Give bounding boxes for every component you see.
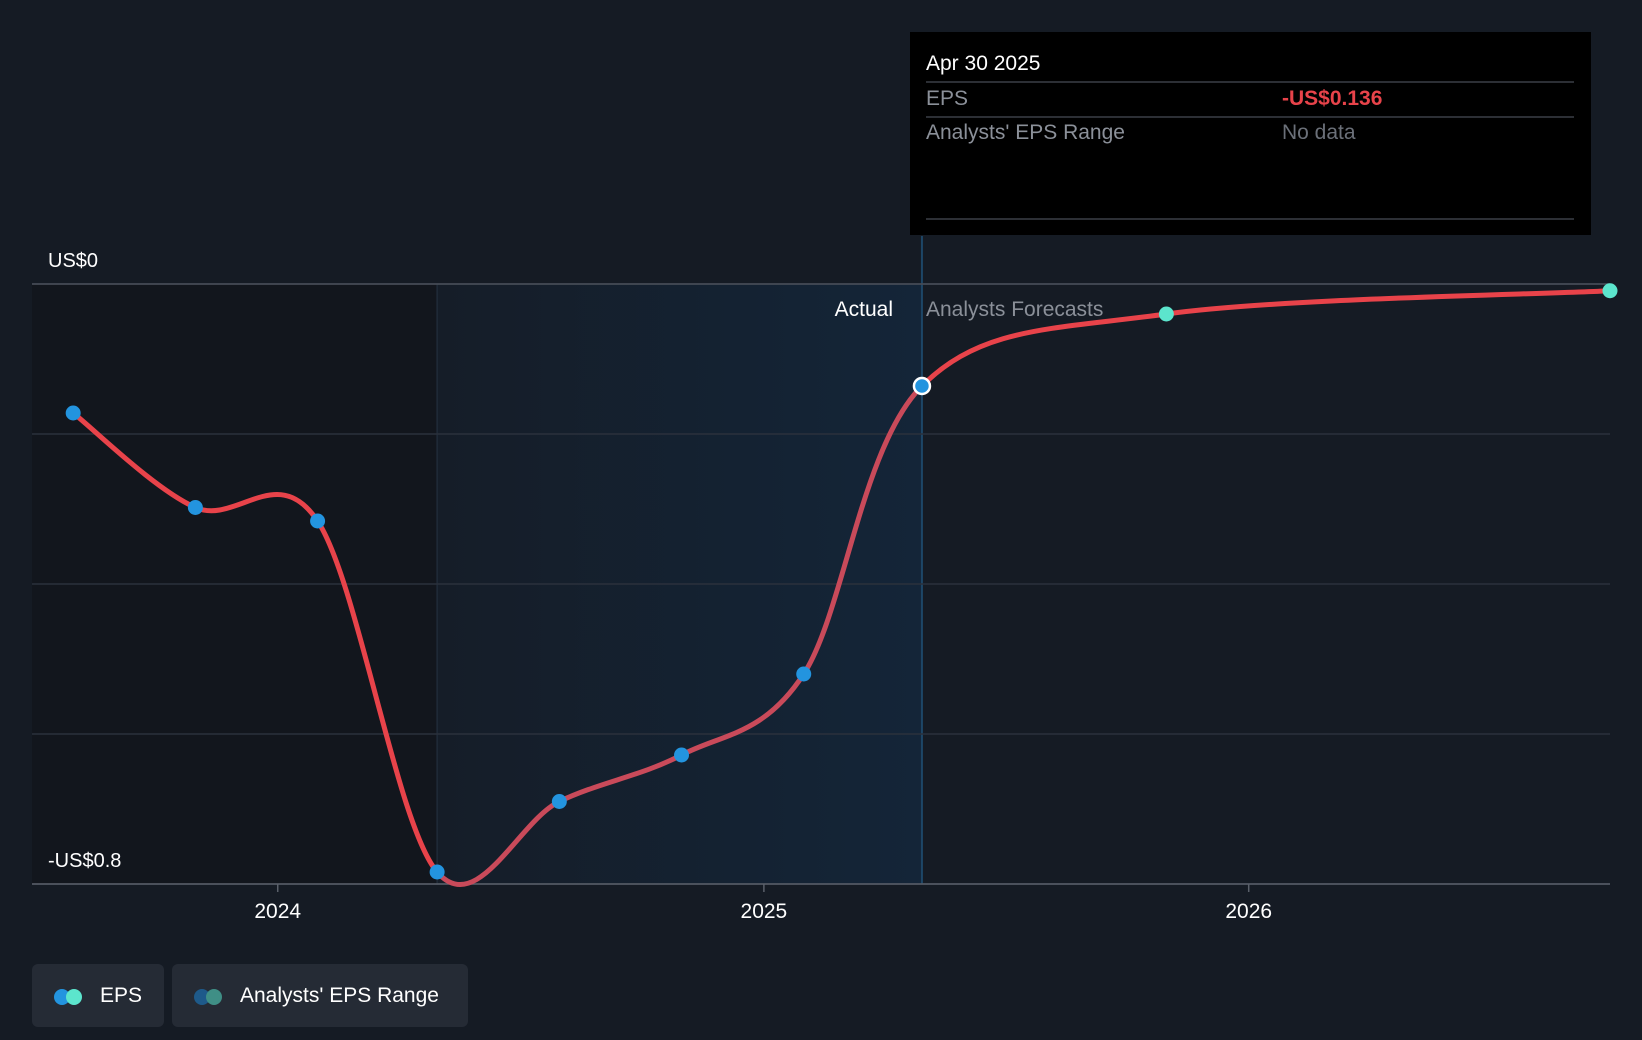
legend-eps[interactable]: EPS [32, 964, 164, 1027]
forecast-region-label: Analysts Forecasts [926, 298, 1103, 321]
tooltip: Apr 30 2025 EPS -US$0.136 Analysts' EPS … [910, 32, 1591, 235]
eps-forecast-point [1158, 306, 1174, 322]
tooltip-eps-value: -US$0.136 [1282, 87, 1382, 110]
eps-actual-point [796, 666, 812, 682]
eps-range-legend-icon [194, 987, 228, 1005]
tooltip-date: Apr 30 2025 [926, 52, 1040, 75]
eps-chart: 2024 2025 2026 US$0 -US$0.8 Actual Analyst… [32, 32, 1618, 923]
eps-forecast-point [1602, 283, 1618, 299]
tooltip-range-value: No data [1282, 121, 1356, 144]
y-tick-label-top: US$0 [48, 250, 98, 272]
eps-actual-point [429, 864, 445, 880]
eps-actual-point [310, 513, 326, 529]
eps-actual-point [65, 405, 81, 421]
eps-forecast-dot-icon [66, 988, 82, 1005]
legend-eps-label: EPS [100, 983, 143, 1007]
legend-eps-range[interactable]: Analysts' EPS Range [172, 964, 468, 1027]
legend-eps-range-label: Analysts' EPS Range [240, 983, 439, 1007]
y-tick-label-bottom: -US$0.8 [48, 850, 121, 872]
tooltip-eps-label: EPS [926, 87, 968, 110]
x-tick-label: 2025 [741, 900, 788, 923]
actual-region-label: Actual [835, 298, 893, 321]
eps-legend-icon [54, 987, 88, 1005]
x-tick-label: 2026 [1225, 900, 1272, 923]
x-tick-label: 2024 [254, 900, 301, 923]
eps-highlighted-point [912, 376, 932, 396]
range-high-dot-icon [206, 988, 222, 1005]
tooltip-range-label: Analysts' EPS Range [926, 121, 1125, 144]
eps-actual-point [551, 794, 567, 809]
eps-actual-point [187, 500, 203, 515]
eps-actual-point [674, 747, 690, 763]
